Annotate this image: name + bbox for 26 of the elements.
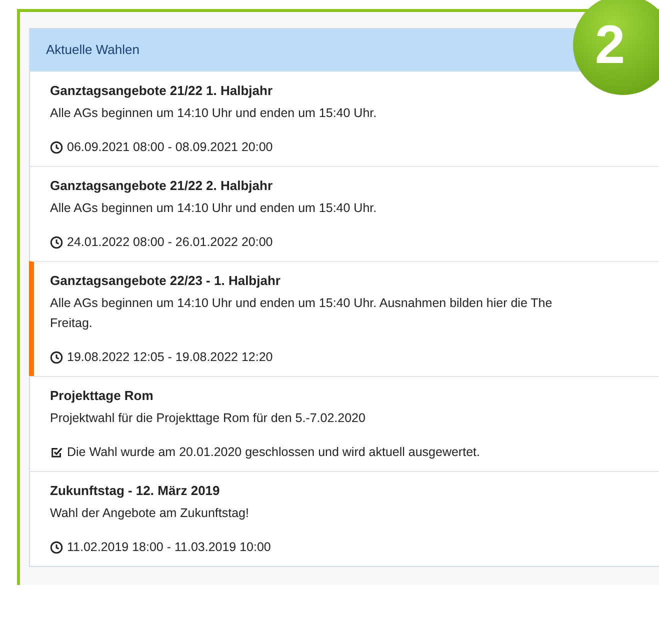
election-item[interactable]: Projekttage Rom Projektwahl für die Projekttage Rom für den 5.-7.02.2020 Die Wahl wurde am 20.01.2020 geschlossen und wird aktuell ausgewertet. <box>29 376 659 471</box>
checkbox-icon <box>50 446 63 458</box>
election-footer: 24.01.2022 08:00 - 26.01.2022 20:00 <box>67 235 273 249</box>
election-item[interactable]: Ganztagsangebote 22/23 - 1. Halbjahr Alle AGs beginnen um 14:10 Uhr und enden um 15:40 Uhr. Ausnahmen bilden hier die The Freitag. 19.08.2022 12:05 - 19.08.2022 12:20 <box>29 261 659 376</box>
election-item[interactable]: Zukunftstag - 12. März 2019 Wahl der Angebote am Zukunftstag! 11.02.2019 18:00 - 11.03.2019 10:00 <box>29 471 659 566</box>
election-footer: 11.02.2019 18:00 - 11.03.2019 10:00 <box>67 540 271 554</box>
step-badge: 2 <box>573 0 659 95</box>
clock-icon <box>50 540 63 554</box>
election-title: Ganztagsangebote 21/22 2. Halbjahr <box>50 177 274 195</box>
election-description: Alle AGs beginnen um 14:10 Uhr und enden um 15:40 Uhr. Ausnahmen bilden hier die The <box>50 295 552 312</box>
election-description: Projektwahl für die Projekttage Rom für den 5.-7.02.2020 <box>50 410 366 427</box>
election-description: Wahl der Angebote am Zukunftstag! <box>50 505 249 522</box>
election-title: Ganztagsangebote 21/22 1. Halbjahr <box>50 82 274 100</box>
election-title: Ganztagsangebote 22/23 - 1. Halbjahr <box>50 272 282 290</box>
election-title: Projekttage Rom <box>50 387 154 405</box>
election-description: Freitag. <box>50 315 92 332</box>
election-description: Alle AGs beginnen um 14:10 Uhr und enden um 15:40 Uhr. <box>50 200 377 217</box>
election-footer: Die Wahl wurde am 20.01.2020 geschlossen und wird aktuell ausgewertet. <box>67 445 480 459</box>
election-item[interactable]: Ganztagsangebote 21/22 2. Halbjahr Alle AGs beginnen um 14:10 Uhr und enden um 15:40 Uhr. 24.01.2022 08:00 - 26.01.2022 20:00 <box>29 166 659 261</box>
clock-icon <box>50 236 63 248</box>
election-footer: 19.08.2022 12:05 - 19.08.2022 12:20 <box>67 350 273 364</box>
election-title: Zukunftstag - 12. März 2019 <box>50 482 221 500</box>
election-footer: 06.09.2021 08:00 - 08.09.2021 20:00 <box>67 140 273 154</box>
clock-icon <box>50 350 63 364</box>
clock-icon <box>50 140 63 154</box>
election-description: Alle AGs beginnen um 14:10 Uhr und enden um 15:40 Uhr. <box>50 105 377 122</box>
